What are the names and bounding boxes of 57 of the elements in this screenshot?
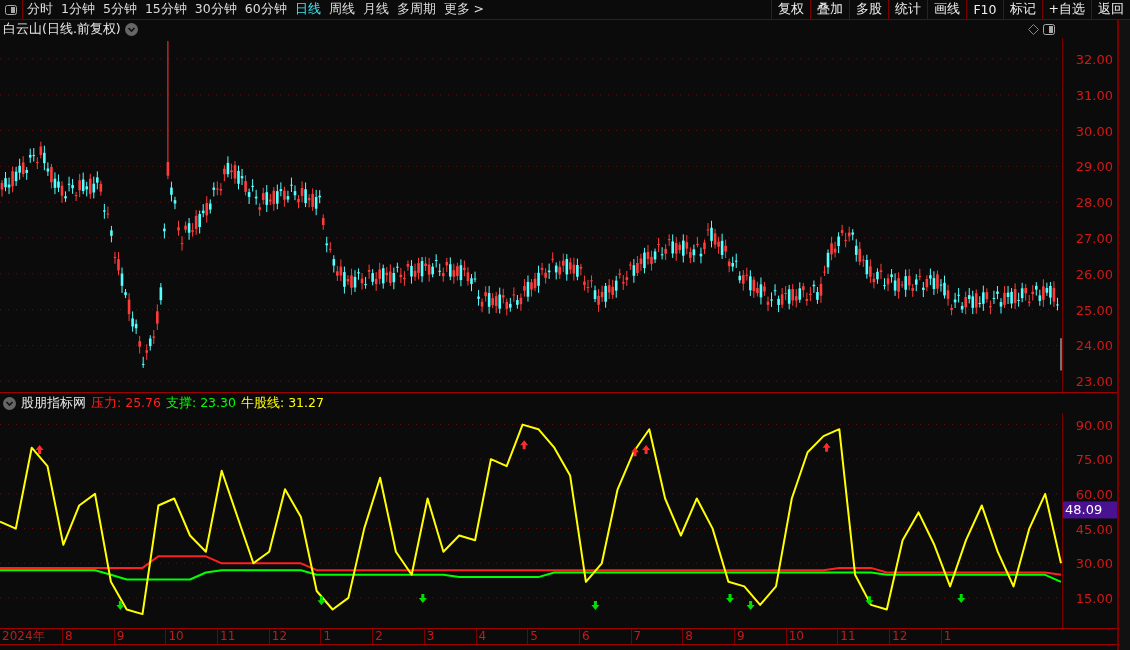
indicator-title: 股朋指标网 <box>21 394 86 412</box>
axis-label: 90.00 <box>1075 417 1114 433</box>
period-tab[interactable]: 5分钟 <box>98 0 141 19</box>
chevron-down-icon[interactable] <box>3 396 16 410</box>
period-tab[interactable]: 日线 <box>290 0 325 19</box>
axis-label: 60.00 <box>1075 486 1114 502</box>
time-axis-label: 9 <box>733 629 786 644</box>
panel-icon[interactable] <box>5 4 17 15</box>
axis-label: 30.00 <box>1075 556 1114 572</box>
legend-value: 牛股线: 31.27 <box>240 394 324 412</box>
time-axis-label: 5 <box>527 629 579 644</box>
period-tab[interactable]: 多周期 <box>392 0 440 19</box>
period-tab[interactable]: 分时 <box>23 0 57 19</box>
time-axis-label: 9 <box>113 629 166 644</box>
time-axis-label: 8 <box>682 629 734 644</box>
time-axis-label: 4 <box>475 629 528 644</box>
time-axis-label: 12 <box>268 629 321 644</box>
time-axis-label: 1 <box>320 629 373 644</box>
diamond-icon[interactable] <box>1028 23 1039 35</box>
axis-label: 27.00 <box>1075 231 1114 246</box>
time-axis-label: 6 <box>578 629 631 644</box>
time-axis-label: 12 <box>889 629 941 644</box>
time-axis-label: 2024年 <box>1 629 46 644</box>
axis-label: 15.00 <box>1075 590 1114 606</box>
axis-label: 45.00 <box>1075 521 1114 537</box>
time-axis-label: 1 <box>940 629 993 644</box>
axis-label: 23.00 <box>1075 374 1114 390</box>
time-axis-label: 2 <box>372 629 424 644</box>
time-axis-label: 11 <box>217 629 269 644</box>
chart-title: 白云山(日线.前复权) <box>3 20 121 38</box>
panel-icon[interactable] <box>1043 23 1055 35</box>
legend-value: 压力: 25.76 <box>91 394 161 412</box>
time-axis-label: 10 <box>785 629 838 644</box>
axis-label: 75.00 <box>1075 452 1114 468</box>
period-tab[interactable]: 60分钟 <box>240 0 291 19</box>
time-axis-label: 8 <box>62 629 114 644</box>
period-tab[interactable]: 1分钟 <box>57 0 99 19</box>
axis-label: 31.00 <box>1075 87 1114 103</box>
legend-value: 支撑: 23.30 <box>166 394 236 412</box>
axis-label: 29.00 <box>1075 159 1114 175</box>
axis-label: 24.00 <box>1075 338 1114 354</box>
period-tab[interactable]: 周线 <box>324 0 359 19</box>
axis-label: 32.00 <box>1075 52 1114 67</box>
period-tab[interactable]: 月线 <box>358 0 393 19</box>
time-axis-label: 10 <box>165 629 218 644</box>
period-tab[interactable]: 30分钟 <box>190 0 241 19</box>
axis-label: 26.00 <box>1075 266 1114 282</box>
axis-label: 30.00 <box>1075 123 1114 139</box>
axis-label: 25.00 <box>1075 302 1114 318</box>
axis-label: 28.00 <box>1075 195 1114 211</box>
period-tab[interactable]: 15分钟 <box>140 0 191 19</box>
time-axis-label: 11 <box>837 629 889 644</box>
time-axis-label: 7 <box>630 629 683 644</box>
time-axis-label: 3 <box>423 629 476 644</box>
value-tag: 48.09 <box>1063 501 1117 519</box>
chevron-down-icon[interactable] <box>124 22 138 36</box>
period-tab[interactable]: 更多 > <box>439 0 489 19</box>
